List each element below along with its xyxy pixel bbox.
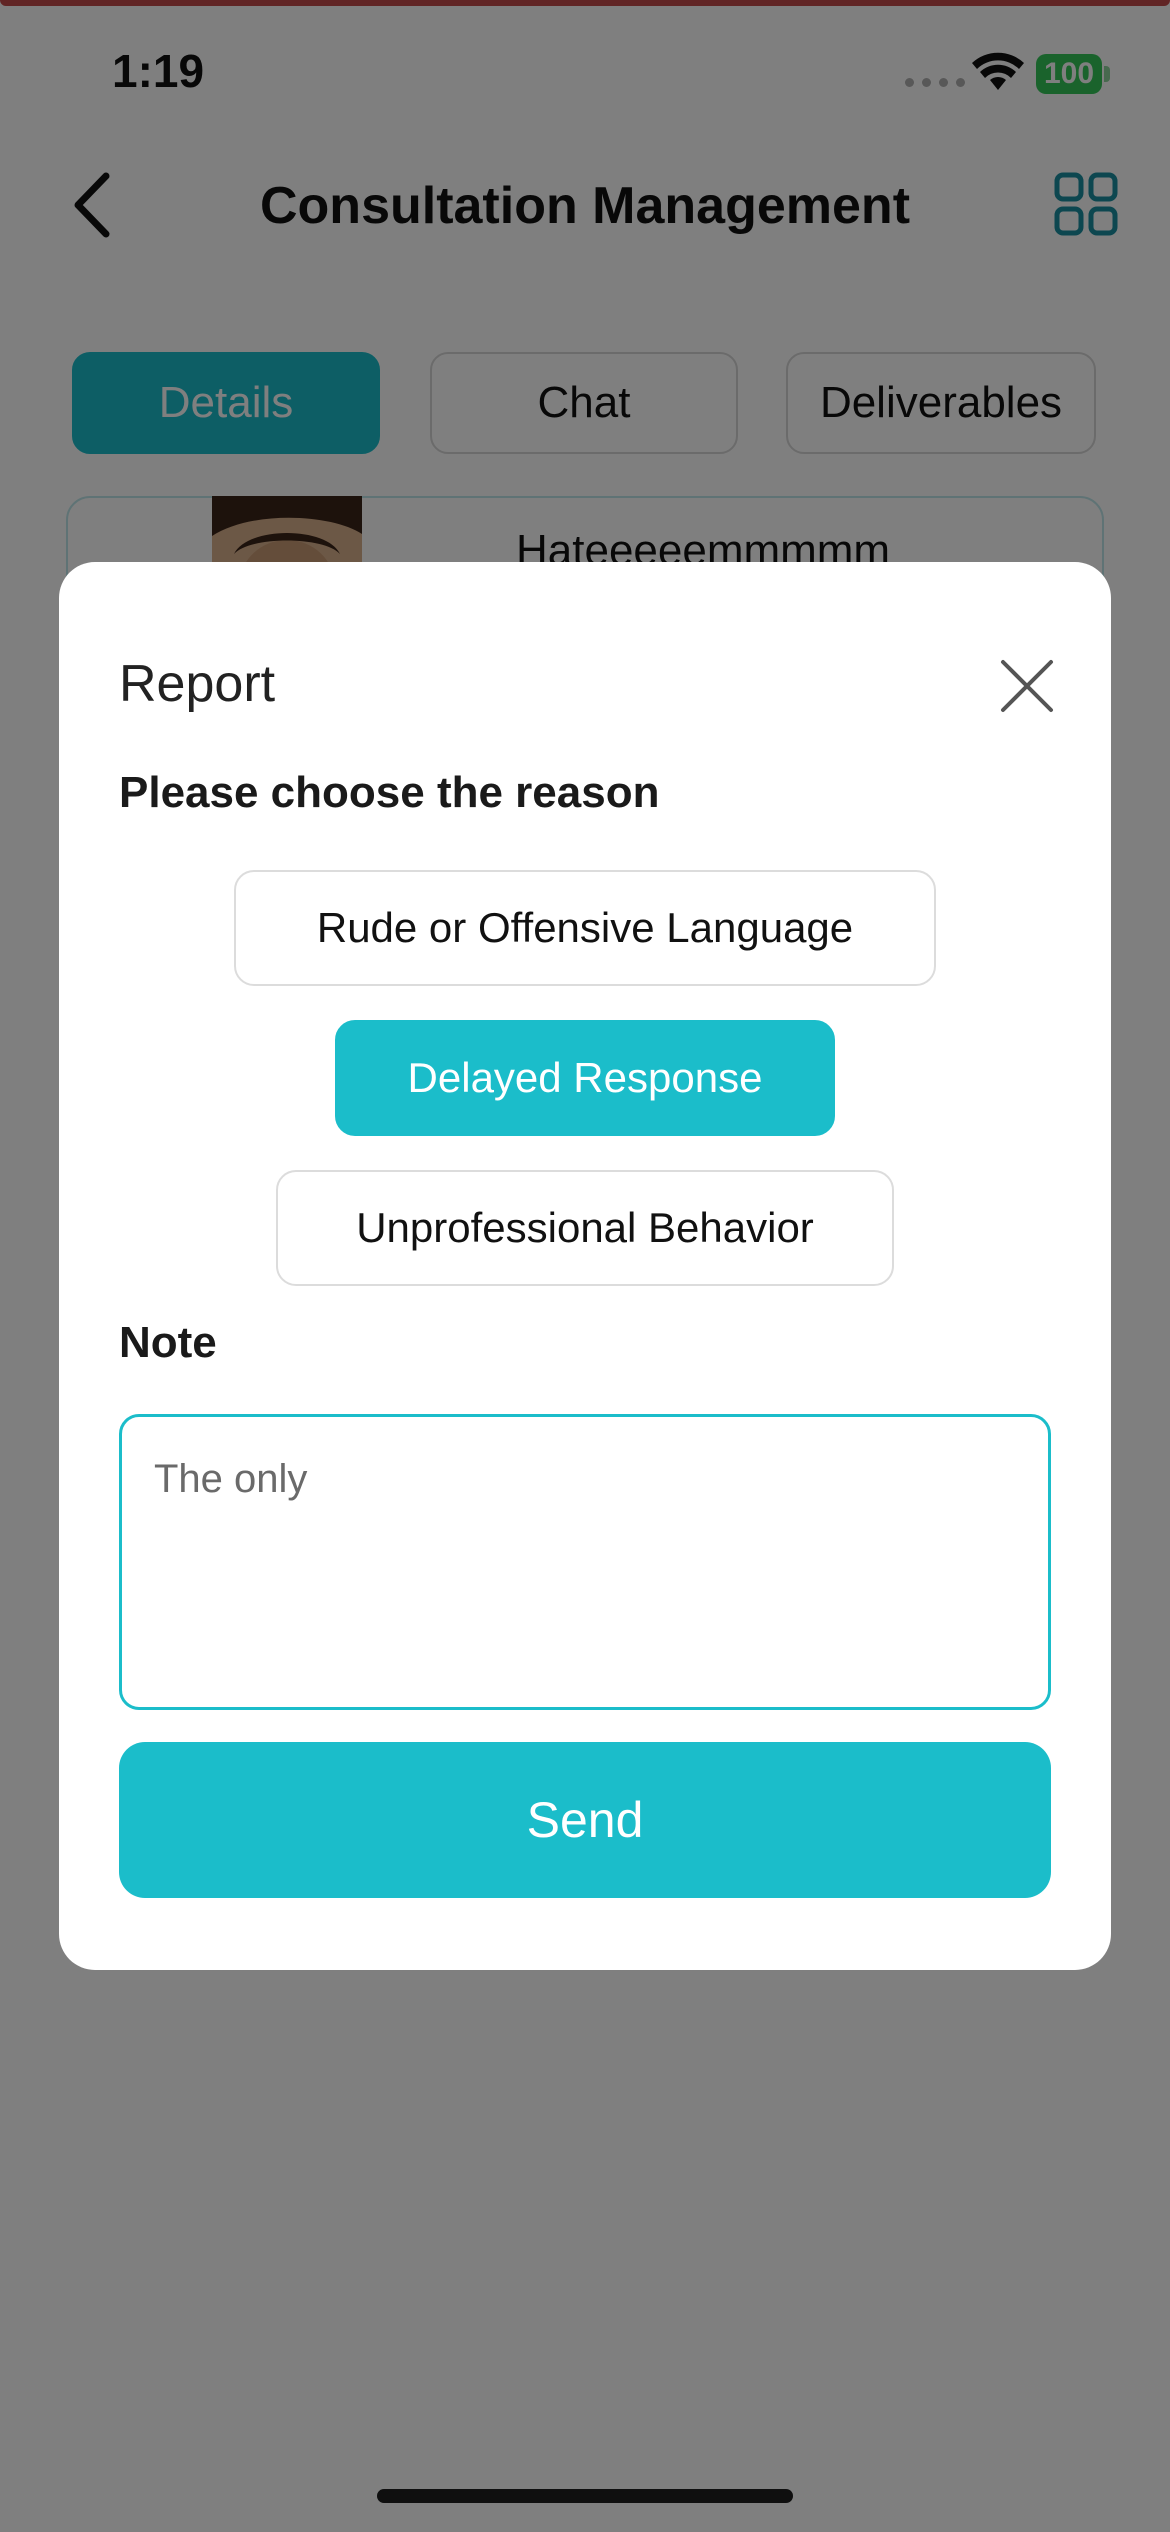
send-button[interactable]: Send <box>119 1742 1051 1898</box>
report-modal: Report Please choose the reason Rude or … <box>59 562 1111 1970</box>
reason-option-unprofessional-behavior[interactable]: Unprofessional Behavior <box>276 1170 894 1286</box>
note-field[interactable]: The only <box>119 1414 1051 1710</box>
reason-option-rude-language[interactable]: Rude or Offensive Language <box>234 870 936 986</box>
close-icon[interactable] <box>999 658 1055 714</box>
modal-title: Report <box>119 655 276 713</box>
reason-label: Please choose the reason <box>119 768 660 817</box>
note-label: Note <box>119 1318 217 1367</box>
reason-option-delayed-response[interactable]: Delayed Response <box>335 1020 835 1136</box>
home-indicator <box>377 2489 793 2503</box>
